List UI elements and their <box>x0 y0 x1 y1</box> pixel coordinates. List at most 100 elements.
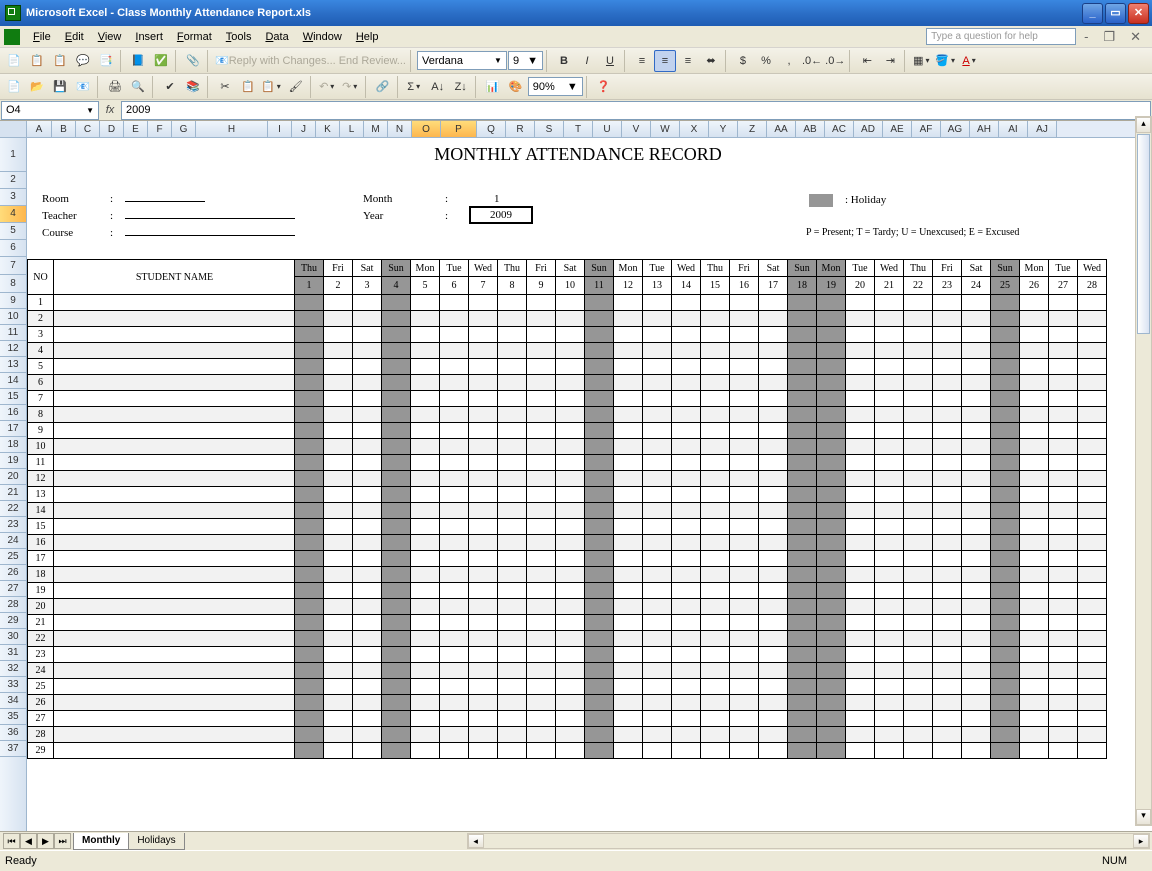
align-right-icon[interactable]: ≡ <box>677 50 699 72</box>
row-header[interactable]: 25 <box>0 549 26 565</box>
bold-button[interactable]: B <box>553 50 575 72</box>
percent-icon[interactable]: % <box>755 50 777 72</box>
open-icon[interactable]: 📂 <box>26 76 48 98</box>
row-header[interactable]: 21 <box>0 485 26 501</box>
row-header[interactable]: 32 <box>0 661 26 677</box>
row-header[interactable]: 18 <box>0 437 26 453</box>
row-header[interactable]: 31 <box>0 645 26 661</box>
next-comment-icon[interactable]: 📋 <box>49 50 71 72</box>
name-box[interactable]: O4▼ <box>1 101 99 120</box>
row-header[interactable]: 10 <box>0 309 26 325</box>
align-center-icon[interactable]: ≡ <box>654 50 676 72</box>
tab-holidays[interactable]: Holidays <box>128 833 184 850</box>
menu-format[interactable]: Format <box>170 29 219 45</box>
row-header[interactable]: 19 <box>0 453 26 469</box>
format-painter-icon[interactable]: 🖌 <box>285 76 307 98</box>
menu-insert[interactable]: Insert <box>128 29 170 45</box>
hyperlink-icon[interactable]: 🔗 <box>372 76 394 98</box>
insert-file-icon[interactable]: 📎 <box>182 50 204 72</box>
col-header[interactable]: L <box>340 121 364 137</box>
col-header[interactable]: Z <box>738 121 767 137</box>
undo-icon[interactable]: ↶▾ <box>317 76 339 98</box>
row-header[interactable]: 34 <box>0 693 26 709</box>
col-header[interactable]: AD <box>854 121 883 137</box>
col-header[interactable]: X <box>680 121 709 137</box>
col-header[interactable]: P <box>441 121 477 137</box>
col-header[interactable]: AH <box>970 121 999 137</box>
row-header[interactable]: 33 <box>0 677 26 693</box>
col-header[interactable]: U <box>593 121 622 137</box>
col-header[interactable]: AA <box>767 121 796 137</box>
print-icon[interactable]: 🖨 <box>104 76 126 98</box>
track-changes-icon[interactable]: 📘 <box>127 50 149 72</box>
row-header[interactable]: 7 <box>0 257 26 275</box>
preview-icon[interactable]: 🔍 <box>127 76 149 98</box>
col-header[interactable]: K <box>316 121 340 137</box>
row-header[interactable]: 8 <box>0 275 26 293</box>
zoom-selector[interactable]: 90%▼ <box>528 77 583 96</box>
autosum-icon[interactable]: Σ▾ <box>404 76 426 98</box>
row-header[interactable]: 16 <box>0 405 26 421</box>
col-header[interactable]: I <box>268 121 292 137</box>
align-left-icon[interactable]: ≡ <box>631 50 653 72</box>
menu-tools[interactable]: Tools <box>219 29 259 45</box>
row-header[interactable]: 37 <box>0 741 26 757</box>
email-icon[interactable]: 📧 <box>72 76 94 98</box>
row-header[interactable]: 4 <box>0 206 26 223</box>
col-header[interactable]: AI <box>999 121 1028 137</box>
row-header[interactable]: 22 <box>0 501 26 517</box>
row-header[interactable]: 27 <box>0 581 26 597</box>
tab-first-icon[interactable]: ⏮ <box>3 833 20 849</box>
horizontal-scrollbar[interactable]: ◂ ▸ <box>467 833 1150 849</box>
fx-icon[interactable]: fx <box>99 104 121 116</box>
row-header[interactable]: 14 <box>0 373 26 389</box>
row-header[interactable]: 35 <box>0 709 26 725</box>
font-color-icon[interactable]: A▾ <box>959 50 981 72</box>
close-button[interactable]: ✕ <box>1128 3 1149 24</box>
scroll-down-icon[interactable]: ▾ <box>1136 809 1151 825</box>
fill-color-icon[interactable]: 🪣▾ <box>934 50 958 72</box>
menu-help[interactable]: Help <box>349 29 386 45</box>
row-header[interactable]: 5 <box>0 223 26 240</box>
row-header[interactable]: 1 <box>0 138 26 172</box>
row-header[interactable]: 6 <box>0 240 26 257</box>
chart-wizard-icon[interactable]: 📊 <box>482 76 504 98</box>
menu-data[interactable]: Data <box>258 29 295 45</box>
workbook-close[interactable]: ✕ <box>1123 27 1148 47</box>
show-comment-icon[interactable]: 💬 <box>72 50 94 72</box>
sort-desc-icon[interactable]: Z↓ <box>450 76 472 98</box>
prev-comment-icon[interactable]: 📋 <box>26 50 48 72</box>
merge-center-icon[interactable]: ⬌ <box>700 50 722 72</box>
scroll-left-icon[interactable]: ◂ <box>468 834 484 848</box>
col-header[interactable]: O <box>412 121 441 137</box>
new-icon[interactable]: 📄 <box>3 76 25 98</box>
col-header[interactable]: A <box>27 121 52 137</box>
cut-icon[interactable]: ✂ <box>214 76 236 98</box>
col-header[interactable]: T <box>564 121 593 137</box>
row-header[interactable]: 26 <box>0 565 26 581</box>
col-header[interactable]: AC <box>825 121 854 137</box>
app-icon[interactable] <box>4 29 20 45</box>
col-header[interactable]: H <box>196 121 268 137</box>
tab-next-icon[interactable]: ▶ <box>37 833 54 849</box>
col-header[interactable]: F <box>148 121 172 137</box>
increase-indent-icon[interactable]: ⇥ <box>879 50 901 72</box>
borders-icon[interactable]: ▦▾ <box>911 50 933 72</box>
maximize-button[interactable]: ▭ <box>1105 3 1126 24</box>
col-header[interactable]: D <box>100 121 124 137</box>
vertical-scrollbar[interactable]: ▴ ▾ <box>1135 116 1152 826</box>
attendance-grid[interactable]: ThuFriSatSunMonTueWedThuFriSatSunMonTueW… <box>27 259 1107 759</box>
year-value[interactable]: 2009 <box>469 206 533 224</box>
col-header[interactable]: J <box>292 121 316 137</box>
copy-icon[interactable]: 📋 <box>237 76 259 98</box>
scroll-up-icon[interactable]: ▴ <box>1136 117 1151 133</box>
paste-icon[interactable]: 📋▾ <box>260 76 284 98</box>
col-header[interactable]: V <box>622 121 651 137</box>
help-search-box[interactable]: Type a question for help <box>926 28 1076 45</box>
col-header[interactable]: G <box>172 121 196 137</box>
row-header[interactable]: 13 <box>0 357 26 373</box>
new-comment-icon[interactable]: 📄 <box>3 50 25 72</box>
row-header[interactable]: 23 <box>0 517 26 533</box>
col-header[interactable]: AE <box>883 121 912 137</box>
row-header[interactable]: 12 <box>0 341 26 357</box>
